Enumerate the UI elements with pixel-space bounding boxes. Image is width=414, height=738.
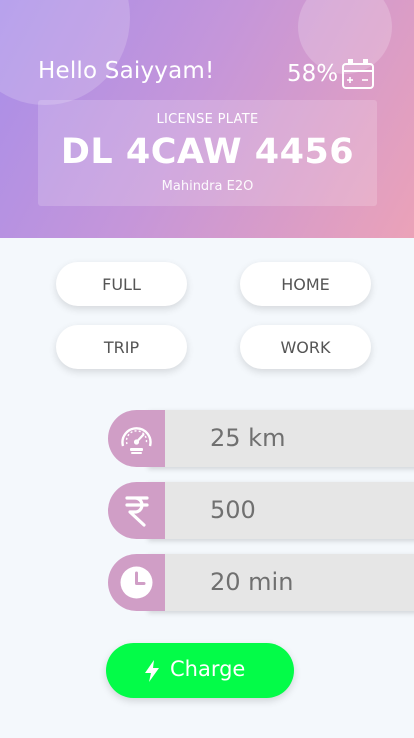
charge-button[interactable]: Charge — [106, 643, 294, 698]
battery-icon — [342, 59, 374, 89]
license-plate-card: LICENSE PLATE DL 4CAW 4456 Mahindra E2O — [38, 100, 377, 206]
plate-number: DL 4CAW 4456 — [60, 132, 355, 172]
decorative-circle — [0, 0, 130, 105]
time-value: 20 min — [210, 568, 294, 596]
speedometer-icon — [121, 427, 152, 454]
full-mode-button[interactable]: FULL — [56, 262, 187, 306]
clock-icon — [120, 566, 153, 599]
cost-icon-box — [108, 482, 165, 539]
rupee-icon — [125, 496, 149, 527]
battery-percentage: 58% — [287, 61, 339, 87]
distance-icon-box — [108, 410, 165, 467]
greeting-text: Hello Saiyyam! — [38, 58, 215, 84]
header: Hello Saiyyam! 58% LICENSE PLATE DL 4CAW… — [0, 0, 414, 238]
work-mode-button[interactable]: WORK — [240, 325, 371, 369]
charge-button-label: Charge — [170, 657, 246, 681]
home-mode-button[interactable]: HOME — [240, 262, 371, 306]
distance-value: 25 km — [210, 424, 286, 452]
bolt-icon — [145, 660, 159, 682]
cost-value-field[interactable] — [148, 482, 414, 539]
plate-label: LICENSE PLATE — [156, 112, 259, 127]
trip-mode-button[interactable]: TRIP — [56, 325, 187, 369]
distance-row: 25 km — [108, 410, 414, 467]
cost-value: 500 — [210, 496, 256, 524]
time-row: 20 min — [108, 554, 414, 611]
cost-row: 500 — [108, 482, 414, 539]
vehicle-model: Mahindra E2O — [161, 179, 254, 194]
time-icon-box — [108, 554, 165, 611]
